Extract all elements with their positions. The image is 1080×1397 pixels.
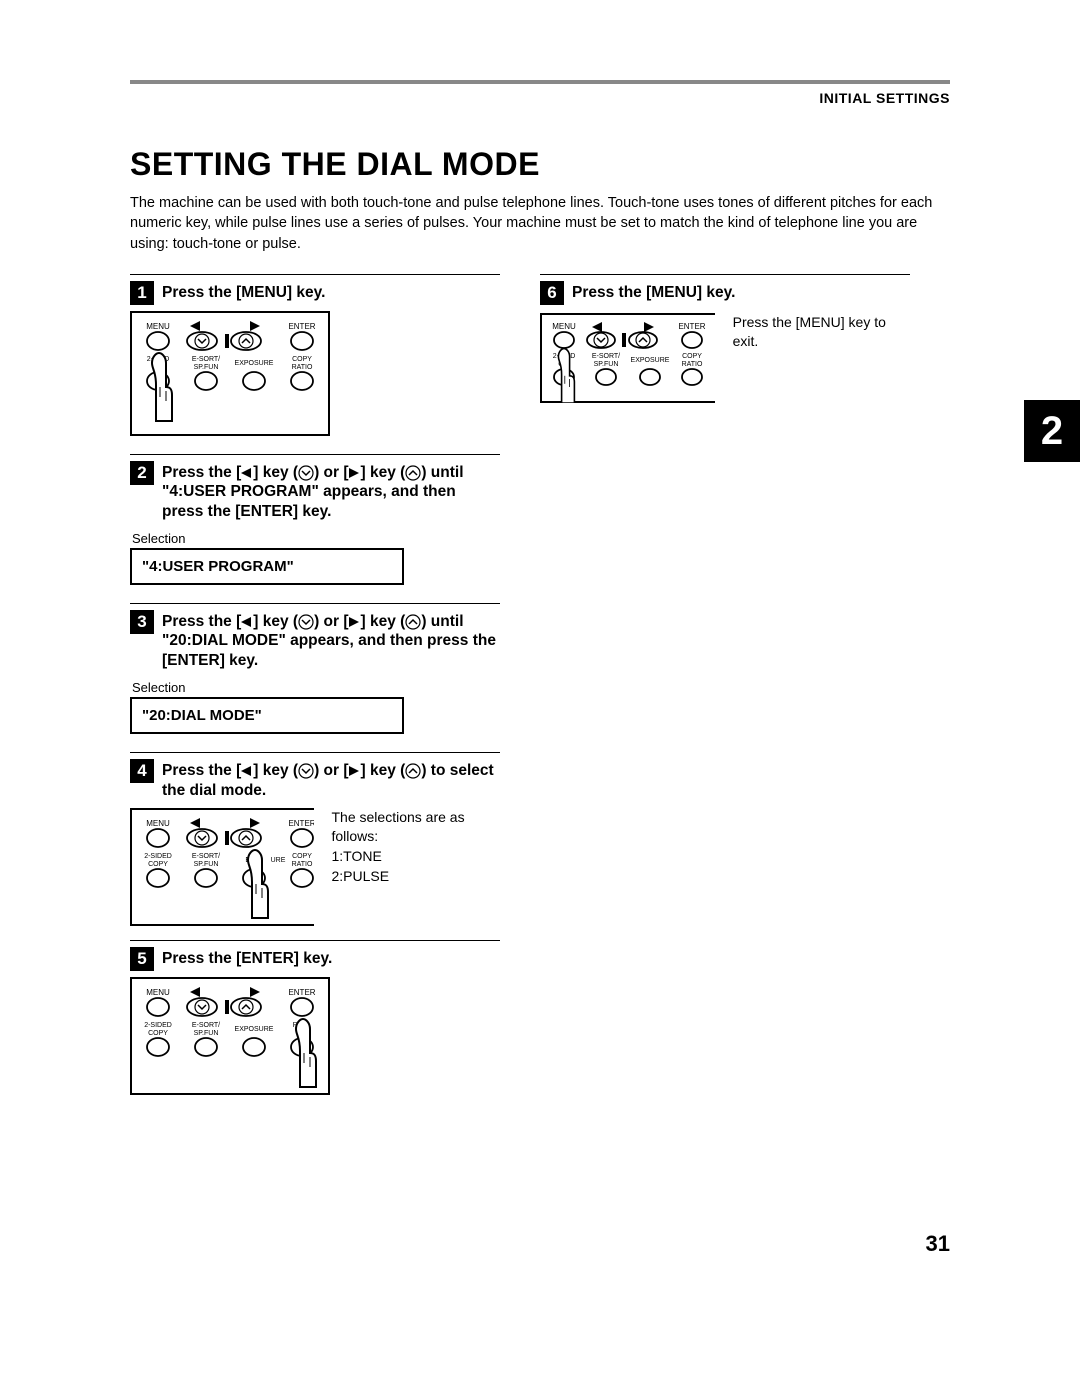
svg-text:EXPOSURE: EXPOSURE (235, 1026, 274, 1033)
triangle-right-icon (349, 468, 361, 478)
svg-text:COPY: COPY (292, 356, 312, 363)
step-5-header: 5 Press the [ENTER] key. (130, 947, 500, 971)
step-divider (540, 274, 910, 275)
step-divider (130, 752, 500, 753)
svg-text:E-SORT/: E-SORT/ (192, 853, 220, 860)
lcd-display: "20:DIAL MODE" (130, 697, 404, 734)
step-title: Press the [] key () or [] key () to sele… (162, 759, 500, 800)
triangle-right-icon (349, 617, 361, 627)
svg-text:2-SIDED: 2-SIDED (144, 853, 172, 860)
svg-text:COPY: COPY (148, 861, 168, 868)
svg-text:SP.FUN: SP.FUN (594, 361, 619, 368)
step-number: 4 (130, 759, 154, 783)
left-column: 1 Press the [MENU] key. MENU ENTER (130, 268, 500, 1095)
step-number: 5 (130, 947, 154, 971)
step-divider (130, 940, 500, 941)
circled-up-icon (405, 614, 421, 630)
svg-text:2-SIDED: 2-SIDED (144, 1022, 172, 1029)
step-title: Press the [ENTER] key. (162, 947, 500, 968)
svg-text:E-SORT/: E-SORT/ (192, 1022, 220, 1029)
svg-text:COPY: COPY (292, 853, 312, 860)
step-number: 6 (540, 281, 564, 305)
svg-text:EXPOSURE: EXPOSURE (631, 357, 670, 364)
svg-text:COPY: COPY (682, 353, 702, 360)
circled-up-icon (405, 763, 421, 779)
intro-text: The machine can be used with both touch-… (130, 193, 950, 254)
section-title: INITIAL SETTINGS (130, 90, 950, 106)
step-title: Press the [] key () or [] key () until "… (162, 610, 500, 670)
svg-text:E-SORT/: E-SORT/ (192, 356, 220, 363)
svg-text:EXPOSURE: EXPOSURE (235, 360, 274, 367)
step-6-side-text: Press the [MENU] key to exit. (733, 313, 910, 352)
svg-text:RATIO: RATIO (682, 361, 703, 368)
svg-text:URE: URE (271, 857, 286, 864)
triangle-left-icon (241, 766, 253, 776)
triangle-right-icon (349, 766, 361, 776)
right-column: 6 Press the [MENU] key. MENU ENTER (540, 268, 910, 1095)
enter-label: ENTER (288, 322, 315, 331)
lcd-display: "4:USER PROGRAM" (130, 548, 404, 585)
control-panel-diagram: MENU ENTER 2-S ED C Y E-SORT/ SP.FUN (130, 311, 330, 436)
svg-text:MENU: MENU (146, 819, 170, 828)
step-title: Press the [MENU] key. (572, 281, 910, 302)
svg-text:RATIO: RATIO (292, 861, 313, 868)
step-divider (130, 454, 500, 455)
svg-text:ENTER: ENTER (678, 322, 705, 331)
step-6-header: 6 Press the [MENU] key. (540, 281, 910, 305)
step-title: Press the [MENU] key. (162, 281, 500, 302)
svg-text:E-SORT/: E-SORT/ (592, 353, 620, 360)
chapter-tab: 2 (1024, 400, 1080, 462)
circled-down-icon (298, 763, 314, 779)
svg-text:ENTER: ENTER (288, 819, 313, 828)
triangle-left-icon (241, 617, 253, 627)
circled-down-icon (298, 465, 314, 481)
step-divider (130, 603, 500, 604)
step-divider (130, 274, 500, 275)
svg-text:SP.FUN: SP.FUN (194, 1030, 219, 1037)
control-panel-diagram: MENU ENTER 2-SIDED COPY E-SORT/ SP.FUN (130, 808, 314, 926)
control-panel-diagram: MENU ENTER 2-SIDED COPY E-SORT/ SP.FUN E… (130, 977, 330, 1095)
svg-text:MENU: MENU (146, 988, 170, 997)
header-rule (130, 80, 950, 84)
circled-down-icon (298, 614, 314, 630)
svg-text:SP.FUN: SP.FUN (194, 364, 219, 371)
circled-up-icon (405, 465, 421, 481)
svg-text:SP.FUN: SP.FUN (194, 861, 219, 868)
step-4-side-text: The selections are as follows: 1:TONE 2:… (332, 808, 501, 886)
page-number: 31 (926, 1231, 950, 1257)
selection-label: Selection (132, 680, 500, 695)
step-2-header: 2 Press the [] key () or [] key () until… (130, 461, 500, 521)
step-4-header: 4 Press the [] key () or [] key () to se… (130, 759, 500, 800)
step-3-header: 3 Press the [] key () or [] key () until… (130, 610, 500, 670)
svg-text:COPY: COPY (148, 1030, 168, 1037)
chapter-tab-number: 2 (1041, 409, 1063, 454)
menu-label: MENU (146, 322, 170, 331)
svg-text:ENTER: ENTER (288, 988, 315, 997)
svg-text:RATIO: RATIO (292, 364, 313, 371)
step-number: 1 (130, 281, 154, 305)
step-title: Press the [] key () or [] key () until "… (162, 461, 500, 521)
selection-label: Selection (132, 531, 500, 546)
step-number: 2 (130, 461, 154, 485)
page-title: SETTING THE DIAL MODE (130, 146, 950, 183)
control-panel-diagram: MENU ENTER 2-S ED C Y E-SORT/ SP.FUN (540, 313, 715, 403)
step-1-header: 1 Press the [MENU] key. (130, 281, 500, 305)
step-number: 3 (130, 610, 154, 634)
svg-text:MENU: MENU (552, 322, 576, 331)
triangle-left-icon (241, 468, 253, 478)
